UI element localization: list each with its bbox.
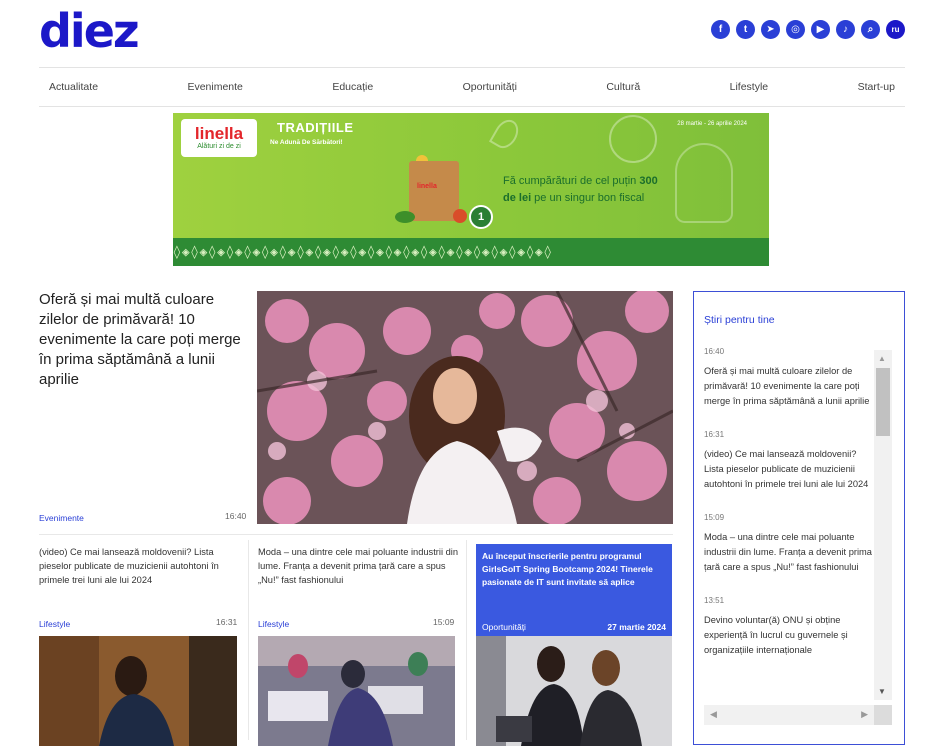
site-logo[interactable]: diez [39, 6, 140, 56]
lead-article-title[interactable]: Oferă și mai multă culoare zilelor de pr… [39, 290, 249, 390]
language-switch[interactable]: ru [886, 20, 905, 39]
bag-label: linella [417, 183, 437, 190]
banner-pattern: ◊◈◊◈◊◈◊◈◊◈◊◈◊◈◊◈◊◈◊◈◊◈◊◈◊◈◊◈◊◈◊◈◊◈◊◈◊◈◊◈… [173, 244, 553, 260]
factory-photo [258, 636, 455, 746]
featured-card-title: Au început înscrierile pentru programul … [482, 551, 653, 587]
sidebar-item-text[interactable]: Oferă și mai multă culoare zilelor de pr… [704, 364, 872, 409]
featured-card-date: 27 martie 2024 [607, 622, 666, 632]
main-nav: Actualitate Evenimente Educație Oportuni… [39, 67, 905, 107]
list-item[interactable]: 16:40 Oferă și mai multă culoare zilelor… [704, 347, 872, 409]
card-title[interactable]: Moda – una dintre cele mai poluante indu… [258, 545, 463, 587]
nav-item-educatie[interactable]: Educație [332, 81, 373, 93]
card-category[interactable]: Lifestyle [39, 619, 70, 629]
scroll-left-icon[interactable]: ◀ [710, 709, 717, 720]
blossom-photo [257, 291, 673, 524]
section-divider [39, 534, 673, 535]
egg-decoration [609, 115, 657, 163]
sidebar-item-time: 16:31 [704, 430, 725, 439]
leaf-decoration [488, 115, 524, 153]
sidebar-title: Știri pentru tine [704, 314, 775, 326]
lead-article-category[interactable]: Evenimente [39, 513, 84, 523]
sidebar-item-text[interactable]: Moda – una dintre cele mai poluante indu… [704, 530, 872, 575]
banner-brand-name: linella [194, 124, 244, 143]
banner-badge: 1 [469, 205, 493, 229]
card-time: 16:31 [216, 617, 238, 627]
scroll-right-icon[interactable]: ▶ [861, 709, 868, 720]
instagram-icon[interactable]: ◎ [786, 20, 805, 39]
scroll-up-icon[interactable]: ▲ [878, 354, 886, 363]
banner-title: TRADIȚIILE [277, 120, 354, 135]
shopping-bag-image: linella [409, 161, 459, 221]
list-item[interactable]: 16:31 (video) Ce mai lansează moldovenii… [704, 430, 872, 492]
card-image[interactable] [39, 636, 237, 746]
lead-article-time: 16:40 [225, 511, 247, 521]
nav-item-oportunitati[interactable]: Oportunități [463, 81, 517, 93]
scroll-down-icon[interactable]: ▼ [878, 687, 886, 696]
nav-item-startup[interactable]: Start-up [858, 81, 895, 93]
sidebar-list[interactable]: 16:40 Oferă și mai multă culoare zilelor… [704, 347, 872, 679]
card-image[interactable] [258, 636, 455, 746]
lead-article-image[interactable] [257, 291, 673, 524]
ad-banner[interactable]: linella Alături zi de zi TRADIȚIILE Ne A… [173, 113, 769, 266]
telegram-icon[interactable]: ➤ [761, 20, 780, 39]
nav-item-lifestyle[interactable]: Lifestyle [730, 81, 769, 93]
search-icon[interactable]: ⌕ [861, 20, 880, 39]
sidebar-item-text[interactable]: Devino voluntar(ă) ONU și obține experie… [704, 613, 872, 658]
banner-date: 28 martie - 26 aprilie 2024 [677, 121, 747, 127]
news-sidebar: Știri pentru tine 16:40 Oferă și mai mul… [693, 291, 905, 745]
column-divider [248, 540, 249, 740]
scrollbar-thumb[interactable] [876, 368, 890, 436]
nav-item-cultura[interactable]: Cultură [606, 81, 640, 93]
nav-item-evenimente[interactable]: Evenimente [187, 81, 242, 93]
students-photo [476, 636, 672, 746]
featured-card[interactable]: Au început înscrierile pentru programul … [476, 544, 672, 636]
scrollbar-corner [874, 705, 892, 725]
banner-subtitle: Ne Adună De Sărbători! [270, 139, 343, 146]
sidebar-item-time: 13:51 [704, 596, 725, 605]
produce-decoration [395, 211, 415, 223]
singer-photo [39, 636, 237, 746]
card-time: 15:09 [433, 617, 455, 627]
column-divider [466, 540, 467, 740]
nav-item-actualitate[interactable]: Actualitate [49, 81, 98, 93]
rabbit-decoration [675, 143, 733, 223]
sidebar-item-time: 15:09 [704, 513, 725, 522]
produce-decoration [453, 209, 467, 223]
youtube-icon[interactable]: ▶ [811, 20, 830, 39]
card-category[interactable]: Lifestyle [258, 619, 289, 629]
banner-msg-pre: Fă cumpărături de cel puțin [503, 175, 640, 187]
social-links: f t ➤ ◎ ▶ ♪ ⌕ ru [711, 20, 905, 39]
banner-brand-tagline: Alături zi de zi [197, 143, 241, 150]
sidebar-item-text[interactable]: (video) Ce mai lansează moldovenii? List… [704, 447, 872, 492]
list-item[interactable]: 13:51 Devino voluntar(ă) ONU și obține e… [704, 596, 872, 658]
banner-message: Fă cumpărături de cel puțin 300 de lei p… [503, 173, 673, 207]
list-item[interactable]: 15:09 Moda – una dintre cele mai poluant… [704, 513, 872, 575]
banner-pattern-strip: ◊◈◊◈◊◈◊◈◊◈◊◈◊◈◊◈◊◈◊◈◊◈◊◈◊◈◊◈◊◈◊◈◊◈◊◈◊◈◊◈… [173, 238, 769, 266]
facebook-icon[interactable]: f [711, 20, 730, 39]
card-image[interactable] [476, 636, 672, 746]
vertical-scrollbar[interactable]: ▲ ▼ [874, 350, 892, 700]
horizontal-scrollbar[interactable]: ◀ ▶ [704, 705, 874, 725]
sidebar-item-time: 16:40 [704, 347, 725, 356]
twitter-icon[interactable]: t [736, 20, 755, 39]
banner-brand-logo: linella Alături zi de zi [181, 119, 257, 157]
banner-msg-post: pe un singur bon fiscal [531, 192, 645, 204]
featured-card-category: Oportunități [482, 622, 526, 632]
card-title[interactable]: (video) Ce mai lansează moldovenii? List… [39, 545, 239, 587]
tiktok-icon[interactable]: ♪ [836, 20, 855, 39]
